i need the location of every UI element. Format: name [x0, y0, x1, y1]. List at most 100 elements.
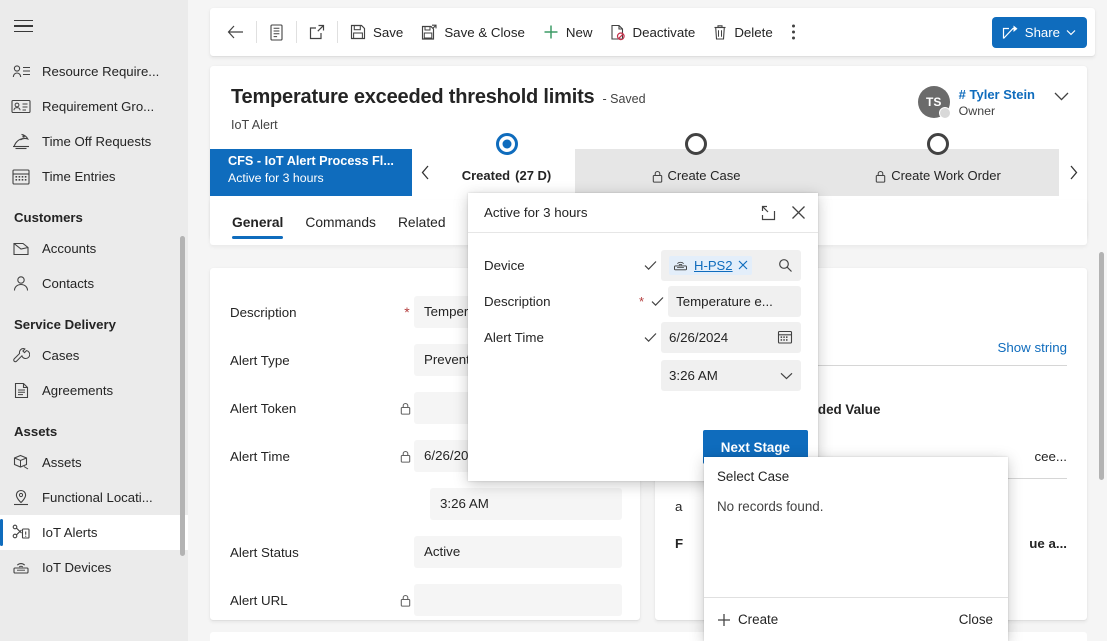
search-icon[interactable]: [778, 258, 793, 273]
case-wrench-icon: [10, 346, 32, 366]
chevron-down-icon[interactable]: [780, 372, 793, 380]
avatar: TS: [917, 86, 951, 119]
spacer: [400, 594, 414, 607]
save-button[interactable]: Save: [341, 15, 412, 49]
hamburger-icon[interactable]: [10, 6, 50, 46]
popout-icon: [309, 24, 325, 40]
share-button[interactable]: Share: [991, 16, 1087, 48]
business-process-flow: CFS - IoT Alert Process Fl... Active for…: [210, 133, 1087, 196]
calendar-picker-icon[interactable]: [777, 329, 793, 345]
bpf-stage-label: Create Work Order: [891, 168, 1001, 183]
close-button[interactable]: Close: [959, 612, 993, 627]
more-commands-icon: [791, 23, 796, 41]
sidebar: Resource Require... Requirement Gro... T…: [0, 0, 188, 641]
functional-location-icon: [10, 488, 32, 508]
sidebar-item-iot-alerts[interactable]: IoT Alerts: [0, 515, 188, 550]
field-label: Alert Time: [230, 448, 290, 464]
sidebar-item-contacts[interactable]: Contacts: [0, 266, 188, 301]
flyout-field-description: Description * Temperature e...: [484, 283, 801, 319]
sidebar-item-accounts[interactable]: Accounts: [0, 231, 188, 266]
stage-circle-icon: [927, 133, 949, 155]
field-label: Alert Token: [230, 400, 297, 416]
main-scrollbar[interactable]: [1099, 252, 1104, 480]
delete-label: Delete: [734, 24, 773, 40]
resource-requirement-icon: [10, 62, 32, 82]
tab-commands[interactable]: Commands: [305, 200, 376, 245]
sidebar-item-label: IoT Alerts: [42, 525, 98, 540]
expand-icon[interactable]: [761, 205, 777, 221]
sidebar-item-label: Accounts: [42, 241, 97, 256]
alert-date-input[interactable]: 6/26/2024: [661, 321, 801, 353]
back-button[interactable]: [218, 15, 253, 49]
sidebar-item-resource-requirements[interactable]: Resource Require...: [0, 54, 188, 89]
sidebar-item-functional-locations[interactable]: Functional Locati...: [0, 480, 188, 515]
sidebar-item-iot-devices[interactable]: IoT Devices: [0, 550, 188, 585]
sidebar-item-label: Cases: [42, 348, 80, 363]
field-alert-time-value: 3:26 AM: [230, 480, 622, 528]
bpf-stage-create-work-order[interactable]: Create Work Order: [817, 133, 1059, 196]
bpf-next-button[interactable]: [1059, 149, 1087, 196]
clear-lookup-icon[interactable]: [738, 260, 748, 270]
detail-left: F: [675, 536, 684, 551]
sidebar-item-label: Time Entries: [42, 169, 116, 184]
sidebar-group-service-delivery: Service Delivery: [14, 317, 116, 332]
lock-icon: [652, 170, 663, 183]
sidebar-group-assets: Assets: [14, 424, 58, 439]
bpf-stage-label: Create Case: [667, 168, 741, 183]
more-commands-button[interactable]: [782, 15, 805, 49]
owner-info[interactable]: TS # Tyler Stein Owner: [917, 86, 1035, 119]
record-title-row: Temperature exceeded threshold limits - …: [231, 86, 646, 109]
bpf-header[interactable]: CFS - IoT Alert Process Fl... Active for…: [210, 149, 412, 196]
sidebar-item-time-off-requests[interactable]: Time Off Requests: [0, 124, 188, 159]
sidebar-group-customers: Customers: [14, 210, 83, 225]
sidebar-scrollbar[interactable]: [180, 236, 185, 556]
close-icon[interactable]: [791, 205, 806, 220]
sidebar-item-cases[interactable]: Cases: [0, 338, 188, 373]
lookup-value[interactable]: H-PS2: [694, 258, 733, 273]
header-expand-chevron-icon[interactable]: [1054, 92, 1069, 101]
stage-active-circle-icon: [495, 133, 518, 155]
description-input[interactable]: Temperature e...: [668, 285, 801, 317]
bpf-previous-button[interactable]: [412, 149, 438, 196]
deactivate-button[interactable]: Deactivate: [601, 15, 704, 49]
alert-time-input: 3:26 AM: [430, 488, 622, 520]
bpf-stage-create-case[interactable]: Create Case: [575, 133, 817, 196]
select-case-dropdown: Select Case No records found. Create Clo…: [704, 457, 1008, 641]
calendar-icon: [10, 167, 32, 187]
form-selector-button[interactable]: [260, 15, 293, 49]
check-icon: [639, 260, 661, 271]
sidebar-item-time-entries[interactable]: Time Entries: [0, 159, 188, 194]
save-icon: [350, 24, 366, 40]
sidebar-nav-top: Resource Require... Requirement Gro... T…: [0, 54, 188, 194]
create-button[interactable]: Create: [717, 612, 778, 627]
flyout-title: Active for 3 hours: [484, 205, 588, 220]
tab-general[interactable]: General: [232, 200, 284, 245]
create-label: Create: [738, 612, 779, 627]
time-select[interactable]: 3:26 AM: [661, 360, 801, 391]
popout-button[interactable]: [300, 15, 334, 49]
device-lookup-input[interactable]: H-PS2: [661, 249, 801, 281]
new-button[interactable]: New: [534, 15, 602, 49]
time-value: 3:26 AM: [669, 368, 718, 383]
iot-device-icon: [672, 259, 689, 272]
save-and-close-button[interactable]: Save & Close: [412, 15, 534, 49]
lookup-chip[interactable]: H-PS2: [669, 255, 752, 275]
delete-button[interactable]: Delete: [704, 15, 781, 49]
sidebar-item-requirement-groups[interactable]: Requirement Gro...: [0, 89, 188, 124]
save-close-icon: [421, 24, 437, 41]
field-label: Alert Status: [230, 544, 299, 560]
sidebar-item-assets[interactable]: Assets: [0, 445, 188, 480]
sidebar-item-label: Requirement Gro...: [42, 99, 155, 114]
tab-related[interactable]: Related: [398, 200, 446, 245]
time-off-icon: [10, 132, 32, 152]
sidebar-item-agreements[interactable]: Agreements: [0, 373, 188, 408]
stage-circle-icon: [685, 133, 707, 155]
owner-name[interactable]: # Tyler Stein: [959, 87, 1035, 102]
required-indicator: *: [404, 304, 410, 320]
sidebar-item-label: Time Off Requests: [42, 134, 152, 149]
bpf-stage-created[interactable]: Created (27 D): [438, 133, 575, 196]
bpf-stage-flyout: Active for 3 hours Device H-PS2 Descript…: [468, 193, 818, 481]
flyout-field-time: 3:26 AM: [484, 360, 801, 391]
divider: [296, 21, 297, 43]
alert-status-input[interactable]: Active: [414, 536, 622, 568]
